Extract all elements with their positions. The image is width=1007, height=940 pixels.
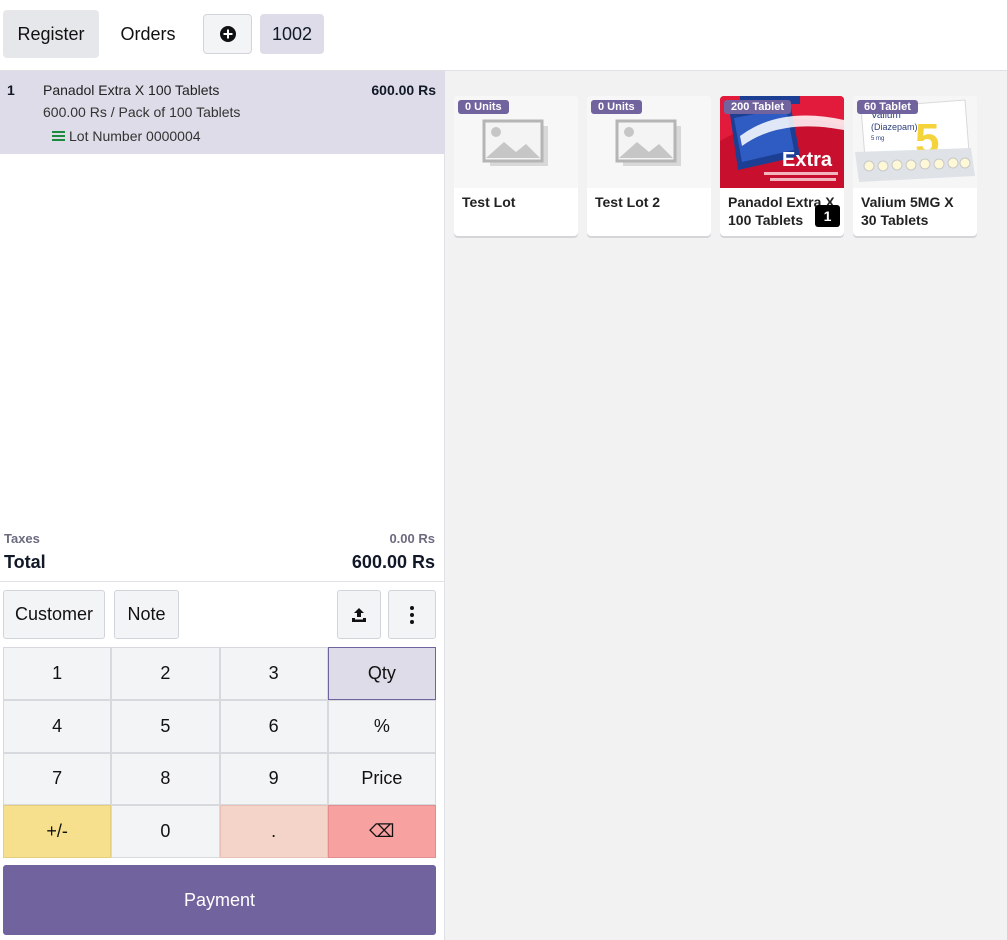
product-card[interactable]: 0 Units Test Lot bbox=[454, 96, 578, 236]
numpad-price-mode[interactable]: Price bbox=[327, 752, 436, 806]
list-icon bbox=[52, 131, 65, 141]
numpad-key-0[interactable]: 0 bbox=[111, 805, 220, 858]
add-order-button[interactable] bbox=[203, 14, 252, 54]
customer-button[interactable]: Customer bbox=[3, 590, 105, 639]
order-line[interactable]: 1 Panadol Extra X 100 Tablets 600.00 Rs … bbox=[0, 71, 445, 154]
total-value: 600.00 Rs bbox=[351, 552, 435, 572]
numpad: 1 2 3 Qty 4 5 6 % 7 8 9 Price +/- 0 . ⌫ bbox=[3, 647, 436, 858]
product-card[interactable]: Extra 200 Tablet Panadol Extra X 100 Tab… bbox=[720, 96, 844, 236]
svg-text:(Diazepam): (Diazepam) bbox=[871, 122, 918, 132]
order-panel: 1 Panadol Extra X 100 Tablets 600.00 Rs … bbox=[0, 71, 445, 940]
numpad-key-1[interactable]: 1 bbox=[3, 647, 112, 700]
orders-tab[interactable]: Orders bbox=[105, 10, 191, 58]
lot-number-label: Lot Number 0000004 bbox=[69, 128, 201, 144]
top-navbar: Register Orders 1002 bbox=[0, 0, 1007, 71]
order-line-unit-info: 600.00 Rs / Pack of 100 Tablets bbox=[43, 104, 241, 120]
upload-button[interactable] bbox=[337, 590, 381, 639]
product-name: Test Lot 2 bbox=[595, 194, 661, 210]
product-card[interactable]: Valium (Diazepam) 5 mg 5 60 Tablet Valiu… bbox=[853, 96, 977, 236]
order-line-price: 600.00 Rs bbox=[371, 82, 436, 98]
divider bbox=[0, 581, 445, 582]
svg-text:5 mg: 5 mg bbox=[871, 136, 884, 142]
order-line-lot[interactable]: Lot Number 0000004 bbox=[52, 128, 201, 144]
stock-badge: 0 Units bbox=[591, 100, 642, 114]
stock-badge: 200 Tablet bbox=[724, 100, 791, 114]
numpad-discount-mode[interactable]: % bbox=[327, 699, 436, 753]
upload-icon bbox=[352, 607, 366, 622]
total-label: Total bbox=[4, 552, 46, 572]
taxes-label: Taxes bbox=[4, 531, 40, 546]
order-line-qty: 1 bbox=[7, 82, 15, 98]
payment-button[interactable]: Payment bbox=[3, 865, 436, 935]
numpad-key-8[interactable]: 8 bbox=[111, 752, 220, 806]
more-options-button[interactable] bbox=[388, 590, 436, 639]
numpad-key-7[interactable]: 7 bbox=[3, 752, 112, 806]
numpad-key-3[interactable]: 3 bbox=[219, 647, 328, 700]
register-tab[interactable]: Register bbox=[3, 10, 99, 58]
plus-circle-icon bbox=[219, 26, 236, 42]
numpad-decimal-key[interactable]: . bbox=[219, 805, 328, 858]
kebab-menu-icon bbox=[410, 605, 414, 624]
order-line-product-name: Panadol Extra X 100 Tablets bbox=[43, 82, 220, 98]
numpad-qty-mode[interactable]: Qty bbox=[327, 647, 436, 700]
numpad-backspace-key[interactable]: ⌫ bbox=[327, 805, 436, 858]
stock-badge: 60 Tablet bbox=[857, 100, 918, 114]
numpad-key-6[interactable]: 6 bbox=[219, 699, 328, 753]
product-list: 0 Units Test Lot 0 Units Test Lot 2 Extr… bbox=[445, 71, 1007, 940]
numpad-key-5[interactable]: 5 bbox=[111, 699, 220, 753]
order-number-tab[interactable]: 1002 bbox=[260, 14, 324, 54]
numpad-key-4[interactable]: 4 bbox=[3, 699, 112, 753]
svg-text:Extra: Extra bbox=[782, 149, 833, 171]
product-card[interactable]: 0 Units Test Lot 2 bbox=[587, 96, 711, 236]
note-button[interactable]: Note bbox=[114, 590, 179, 639]
taxes-value: 0.00 Rs bbox=[389, 531, 435, 546]
stock-badge: 0 Units bbox=[458, 100, 509, 114]
numpad-key-2[interactable]: 2 bbox=[111, 647, 220, 700]
numpad-key-9[interactable]: 9 bbox=[219, 752, 328, 806]
product-name: Test Lot bbox=[462, 194, 516, 210]
numpad-sign-toggle[interactable]: +/- bbox=[3, 805, 112, 858]
cart-qty-badge: 1 bbox=[815, 205, 840, 227]
product-name: Valium 5MG X 30 Tablets bbox=[861, 194, 954, 228]
